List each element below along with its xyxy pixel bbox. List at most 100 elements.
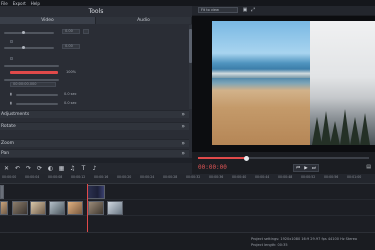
seek-progress [198, 157, 246, 159]
timeline-toolbar: ✕ ↶ ↷ ⟳ ◐ ▦ ♫ T ♪ [0, 163, 192, 174]
expand-icon: » [181, 123, 185, 130]
next-icon[interactable]: ⏭ [312, 165, 316, 171]
expand-icon: » [181, 150, 185, 157]
preview-panel: Fit to view ▣ ⤢ 00:00:00 ⏮ ▶ ⏭ ▤ [192, 6, 375, 176]
slider-1[interactable] [4, 32, 54, 34]
menu-file[interactable]: File [1, 1, 8, 6]
crop-icon[interactable]: ▦ [57, 165, 66, 172]
option-checkbox-1[interactable] [10, 40, 13, 43]
tree [350, 117, 360, 145]
ruler-tick: 00:00:52 [301, 175, 316, 179]
fullscreen-icon[interactable]: ⤢ [250, 7, 256, 13]
field-marker-1: ▮ [10, 92, 12, 96]
fade-in-slider[interactable] [16, 94, 58, 96]
snapshot-icon[interactable]: ▣ [242, 7, 248, 13]
tools-title: Tools [88, 8, 104, 15]
seek-handle[interactable] [244, 155, 249, 161]
rotate-icon[interactable]: ⟳ [35, 165, 44, 172]
expand-icon: » [181, 140, 185, 147]
preview-frame [212, 21, 375, 145]
video-clip[interactable] [49, 201, 65, 215]
fade-in-value: 0.0 sec [64, 92, 77, 96]
section-zoom[interactable]: Zoom » [0, 139, 189, 147]
opacity-slider[interactable] [10, 71, 58, 74]
audio-icon[interactable]: ♫ [68, 165, 77, 172]
reset-button[interactable] [83, 29, 89, 34]
beach-image [212, 21, 310, 145]
mic-icon[interactable]: ♪ [90, 165, 99, 172]
ruler-tick: 00:00:04 [25, 175, 40, 179]
section-adjustments[interactable]: Adjustments » [0, 110, 189, 118]
ruler-tick: 00:00:32 [186, 175, 201, 179]
slider-3[interactable] [4, 65, 59, 67]
section-label: Zoom [1, 141, 14, 146]
section-pan[interactable]: Pan » [0, 149, 189, 157]
slider-2-value[interactable]: 0.00 [62, 44, 80, 49]
ruler-tick: 00:00:48 [278, 175, 293, 179]
timeline-ruler[interactable]: 00:00:00 00:00:04 00:00:08 00:00:12 00:0… [0, 174, 375, 184]
fade-out-value: 0.0 sec [64, 101, 77, 105]
text-icon[interactable]: T [79, 165, 88, 172]
ruler-tick: 00:00:44 [255, 175, 270, 179]
tools-tabs: Video Audio [0, 17, 192, 24]
field-marker-2: ▮ [10, 101, 12, 105]
video-clip[interactable] [0, 201, 8, 215]
volume-icon[interactable]: ▤ [366, 164, 371, 170]
prev-icon[interactable]: ⏮ [296, 165, 300, 171]
playback-controls: ⏮ ▶ ⏭ [293, 164, 319, 172]
option-checkbox-2[interactable] [10, 57, 13, 60]
tab-audio[interactable]: Audio [96, 17, 192, 24]
expand-icon: » [181, 111, 185, 118]
video-clip[interactable] [67, 201, 83, 215]
ruler-tick: 00:01:00 [347, 175, 362, 179]
video-clip[interactable] [12, 201, 28, 215]
slider-2-knob[interactable] [22, 45, 25, 49]
seek-bar[interactable] [198, 155, 369, 161]
menu-export[interactable]: Export [13, 1, 26, 6]
ruler-tick: 00:00:12 [71, 175, 86, 179]
tab-video[interactable]: Video [0, 17, 96, 24]
section-label: Rotate [1, 124, 16, 129]
ruler-tick: 00:00:16 [94, 175, 109, 179]
ruler-tick: 00:00:20 [117, 175, 132, 179]
status-bar: Project settings: 1920x1080 16:9 29.97 f… [0, 232, 375, 250]
ruler-tick: 00:00:08 [48, 175, 63, 179]
color-icon[interactable]: ◐ [46, 165, 55, 172]
aspect-select[interactable]: Fit to view [198, 7, 238, 13]
redo-icon[interactable]: ↷ [24, 165, 33, 172]
timecode: 00:00:00 [198, 164, 227, 171]
fade-out-slider[interactable] [16, 103, 58, 105]
preview-toolbar: Fit to view ▣ ⤢ [192, 6, 375, 15]
forest-image [310, 21, 375, 145]
timeline-playhead[interactable] [87, 184, 88, 232]
ruler-tick: 00:00:00 [2, 175, 17, 179]
slider-1-value[interactable]: 0.00 [62, 29, 80, 34]
video-clip[interactable] [30, 201, 46, 215]
video-canvas [192, 16, 375, 152]
play-icon[interactable]: ▶ [304, 166, 307, 171]
section-rotate[interactable]: Rotate » [0, 122, 189, 130]
menu-help[interactable]: Help [31, 1, 40, 6]
title-clip[interactable] [0, 185, 4, 199]
slider-1-knob[interactable] [22, 30, 25, 34]
timeline-tracks [0, 184, 375, 232]
track-text [0, 184, 375, 200]
section-label: Adjustments [1, 112, 30, 117]
ruler-tick: 00:00:40 [232, 175, 247, 179]
tree [340, 109, 350, 145]
wave-foam [212, 69, 310, 78]
project-settings: Project settings: 1920x1080 16:9 29.97 f… [251, 237, 358, 241]
cut-icon[interactable]: ✕ [2, 165, 11, 172]
tree-line [310, 101, 375, 145]
slider-2[interactable] [4, 47, 54, 49]
track-video [0, 200, 375, 216]
undo-icon[interactable]: ↶ [13, 165, 22, 172]
tree [360, 113, 370, 145]
slider-4[interactable] [4, 79, 59, 81]
overlay-clip[interactable] [87, 185, 105, 199]
video-clip[interactable] [88, 201, 104, 215]
ruler-tick: 00:00:56 [324, 175, 339, 179]
time-field[interactable]: 00:00:00.000 [10, 82, 56, 87]
ruler-tick: 00:00:28 [163, 175, 178, 179]
video-clip[interactable] [107, 201, 123, 215]
